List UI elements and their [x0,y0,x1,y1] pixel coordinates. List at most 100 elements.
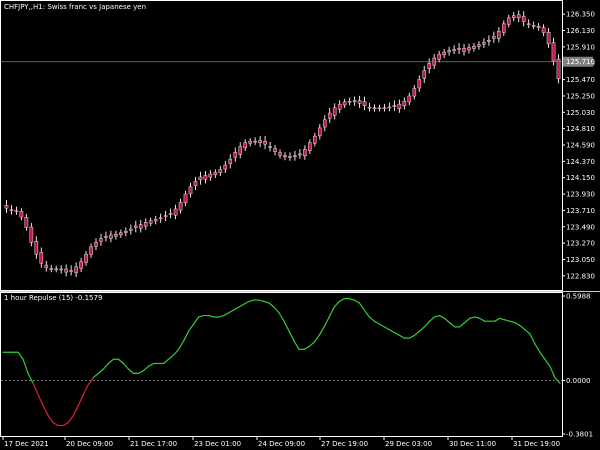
indicator-axis-label: 0.0000 [566,377,591,385]
price-axis-label: 123.710 [566,207,595,215]
candle [158,213,163,223]
repulse-segment [318,326,325,336]
candle [288,152,292,161]
candle [467,43,471,54]
candle [332,103,337,120]
candle [313,132,317,147]
repulse-segment [428,316,436,322]
repulse-segment [62,422,69,427]
candle [263,136,267,150]
candle [273,144,277,156]
candle [59,265,63,274]
repulse-segment [479,317,486,322]
candle [347,97,352,106]
candle [327,107,332,124]
candle [203,170,208,184]
repulse-segment [67,415,74,424]
repulse-segment [373,320,380,325]
time-axis-label: 27 Dec 19:00 [321,440,368,448]
repulse-segment [328,306,335,318]
repulse-segment [117,358,125,365]
candle [64,264,68,277]
repulse-segment [173,348,180,356]
repulse-segment [459,322,466,328]
repulse-segment [42,405,49,417]
repulse-segment [398,334,406,339]
candle [382,103,387,112]
price-axis-label: 125.030 [566,109,595,117]
candle [482,38,486,49]
candle [223,160,228,173]
current-price-label: 125.710 [566,58,595,66]
candle [278,149,282,159]
indicator-pane-frame [0,292,563,437]
repulse-segment [333,300,340,308]
repulse-segment [142,365,150,372]
repulse-segment [283,320,290,332]
price-axis-label: 125.470 [566,76,595,84]
repulse-segment [519,324,526,331]
candle [198,171,203,185]
repulse-segment [469,316,476,319]
time-axis-label: 23 Dec 01:00 [194,440,241,448]
candle [148,217,153,227]
candle [556,54,561,84]
repulse-segment [122,362,130,370]
repulse-segment [323,316,330,328]
candle [352,96,357,106]
repulse-segment [32,382,39,396]
indicator-axis[interactable]: 0.5988 0.0000 -0.3801 [1,293,593,439]
repulse-segment [313,334,320,343]
repulse-segment [358,302,365,311]
repulse-segment [433,314,441,318]
repulse-segment [52,422,59,427]
candle [104,231,108,242]
repulse-segment [102,362,109,370]
repulse-segment [288,330,295,342]
candle [516,10,521,23]
candle [69,265,73,276]
indicator-axis-label: 0.5988 [566,293,591,301]
time-axis[interactable]: 17 Dec 2021 20 Dec 09:00 21 Dec 17:00 23 De… [2,437,560,448]
repulse-segment [368,316,375,322]
price-axis-label: 126.130 [566,27,595,35]
candle [357,95,362,108]
candle [392,100,397,112]
time-axis-label: 24 Dec 09:00 [258,440,305,448]
candle [447,46,451,56]
price-axis-label: 124.150 [566,174,595,182]
candle [89,243,93,258]
candle [462,43,466,56]
repulse-segment [504,319,511,322]
repulse-segment [233,306,240,311]
time-axis-label: 17 Dec 2021 [4,440,49,448]
repulse-segment [524,329,531,335]
candle [531,21,536,30]
repulse-segment [509,320,516,324]
repulse-line-group [2,298,561,427]
candle [268,141,272,152]
candle [84,251,88,266]
candle [253,137,257,145]
candle [188,182,193,198]
time-axis-label: 29 Dec 03:00 [385,440,432,448]
candle [506,14,511,28]
price-axis[interactable]: 126.350126.130125.910125.690125.470125.2… [1,11,595,281]
price-axis-label: 123.930 [566,191,595,199]
candle [442,48,446,58]
repulse-segment [47,415,54,424]
candle [308,139,312,155]
candle [397,99,402,113]
candle [143,218,148,230]
repulse-segment [263,300,270,304]
candle [74,262,78,278]
candle [521,11,526,27]
price-axis-label: 123.050 [566,256,595,264]
repulse-segment [464,317,471,324]
repulse-segment [418,326,426,332]
candle [34,236,39,259]
repulse-segment [278,312,285,322]
candle [477,41,481,50]
price-axis-label: 125.250 [566,92,595,100]
candle [497,27,501,43]
